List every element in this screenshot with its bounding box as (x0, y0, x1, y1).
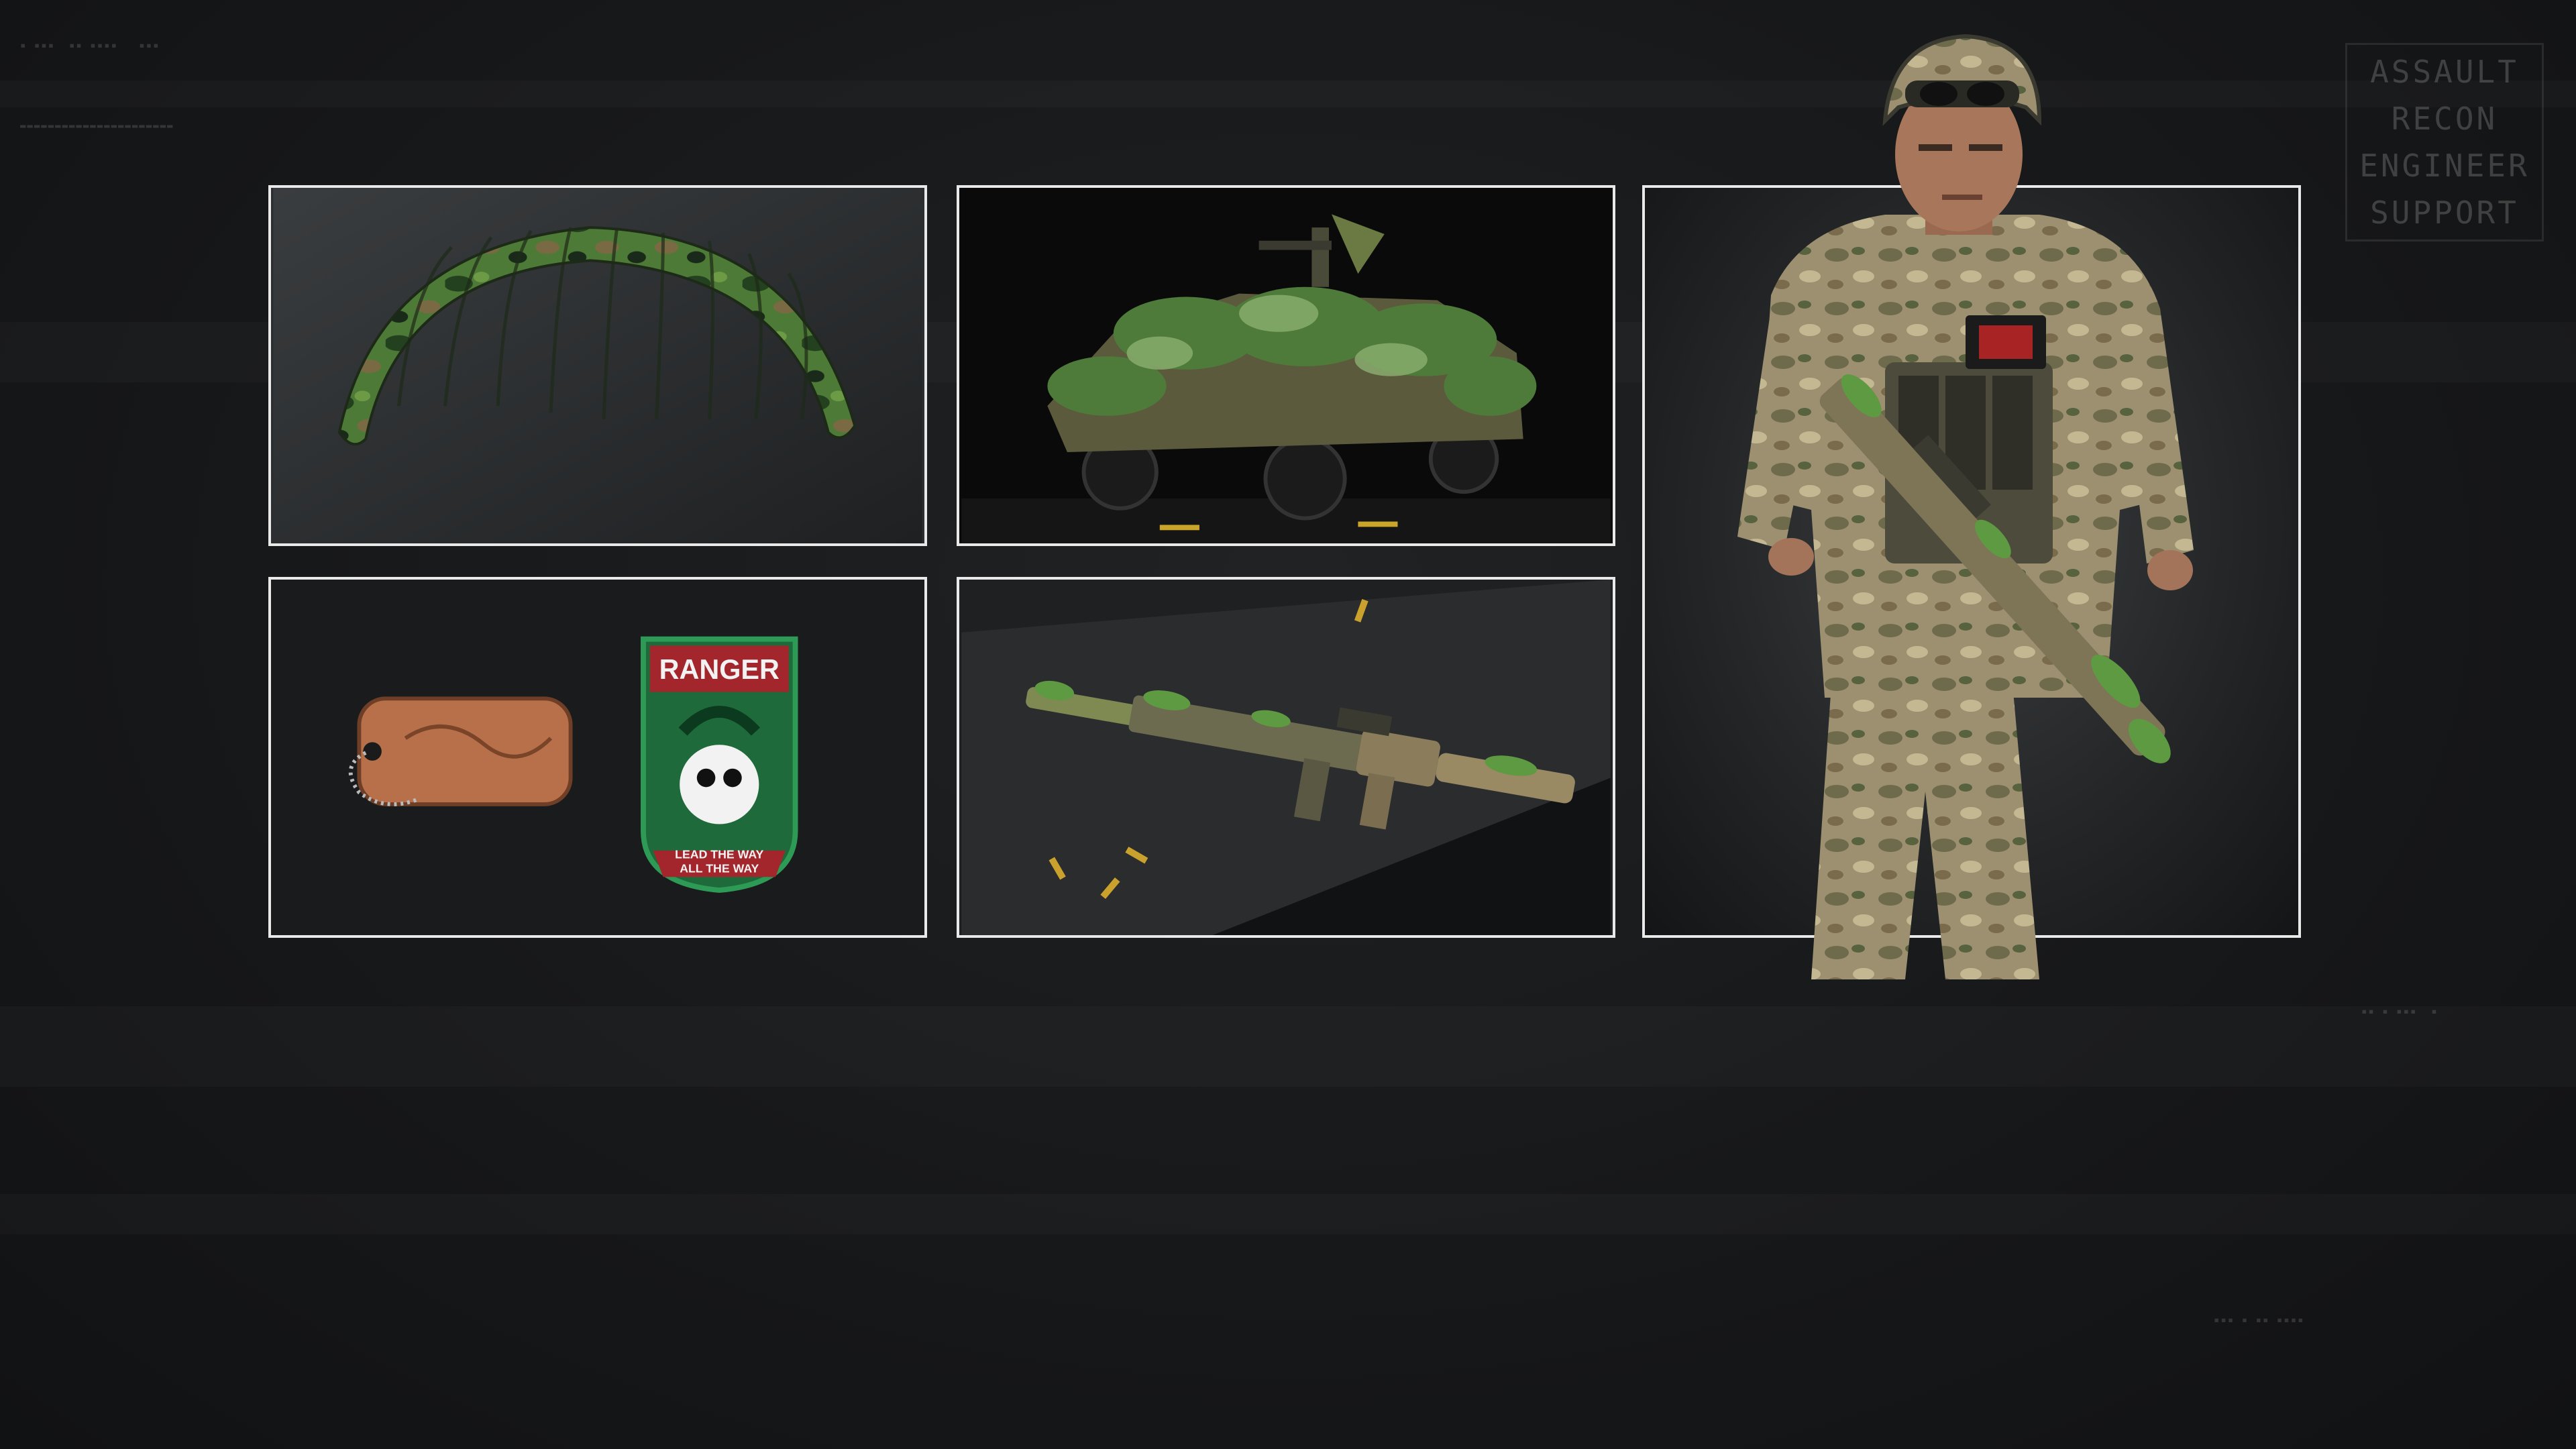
class-item-assault: ASSAULT (2370, 54, 2519, 90)
dogtag-emblem-image: RANGER LEAD THE WAY ALL THE WAY (273, 580, 922, 935)
parachute-tile[interactable] (268, 185, 927, 546)
patch-title: RANGER (659, 654, 780, 685)
class-item-recon: RECON (2391, 101, 2498, 137)
bg-streak (0, 80, 2576, 107)
operator-tile[interactable] (1642, 185, 2301, 938)
weapon-tile[interactable] (957, 577, 1615, 938)
patch-motto-1: LEAD THE WAY (675, 848, 763, 861)
hud-decor: ▬▬▬▬▬▬▬▬▬▬▬▬▬▬▬▬▬▬▬▬▬▬ (20, 121, 174, 131)
class-item-engineer: ENGINEER (2359, 148, 2530, 184)
parachute-image (273, 188, 922, 543)
class-list: ASSAULT RECON ENGINEER SUPPORT (2345, 43, 2544, 241)
class-item-support: SUPPORT (2370, 195, 2519, 231)
weapon-image (961, 580, 1611, 935)
vehicle-tile[interactable] (957, 185, 1615, 546)
hud-decor: ▪▪▪ ▪ ▪▪ ▪▪▪▪ (2214, 1315, 2305, 1326)
hud-decor: ▪ ▪▪▪ ▪▪ ▪▪▪▪ ▪▪▪ (20, 40, 160, 51)
bg-streak (0, 1194, 2576, 1234)
bg-streak (0, 1006, 2576, 1087)
hud-decor: ▪▪ ▪ ▪▪▪ ▪ (2361, 1006, 2438, 1017)
bundle-preview-stage: ▪ ▪▪▪ ▪▪ ▪▪▪▪ ▪▪▪ ▬▬▬▬▬▬▬▬▬▬▬▬▬▬▬▬▬▬▬▬▬▬… (0, 0, 2576, 1449)
vehicle-image (961, 188, 1611, 543)
dogtag-icon (348, 696, 573, 806)
dogtag-emblem-tile[interactable]: RANGER LEAD THE WAY ALL THE WAY (268, 577, 927, 938)
patch-motto-2: ALL THE WAY (680, 861, 759, 875)
